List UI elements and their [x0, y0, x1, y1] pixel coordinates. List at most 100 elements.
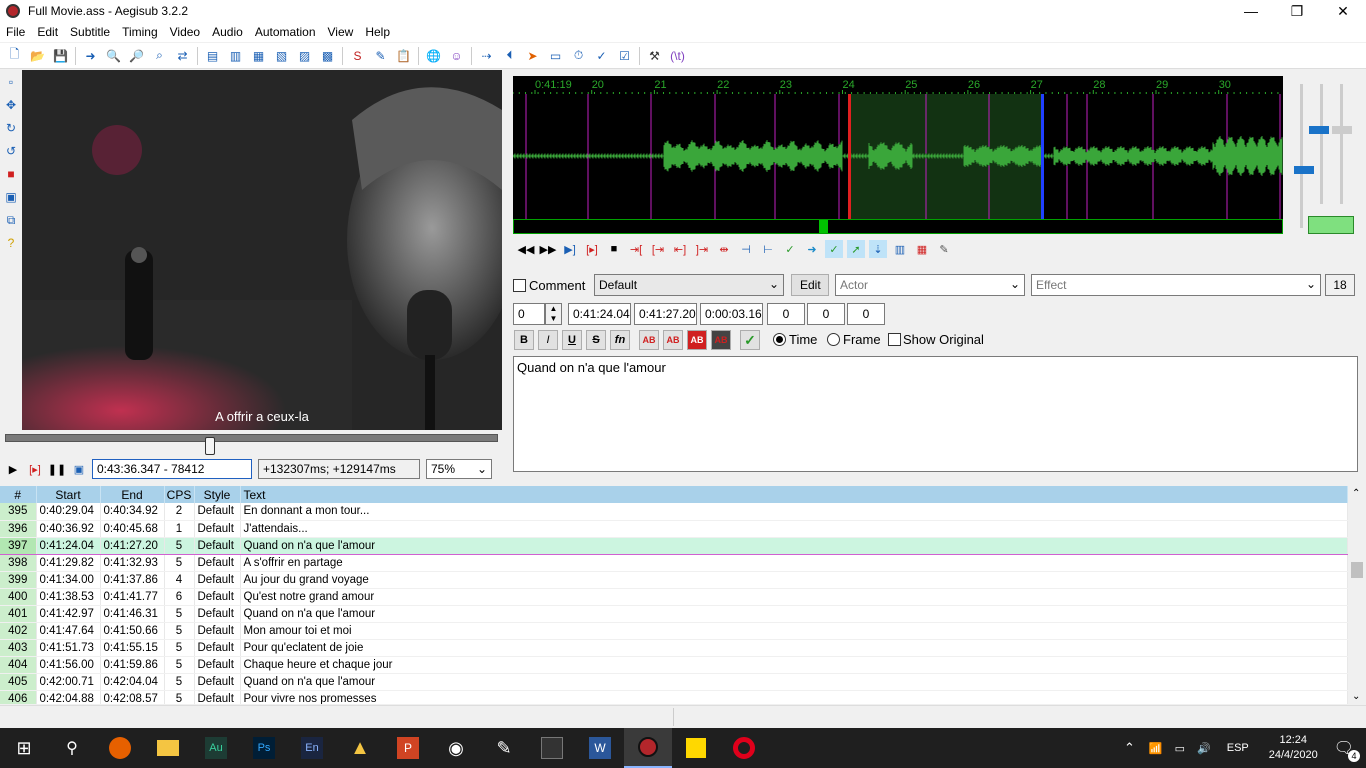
- maximize-button[interactable]: ❐: [1274, 0, 1320, 22]
- lead-out-icon[interactable]: ⊢: [759, 240, 777, 258]
- col-header-end[interactable]: End: [100, 486, 165, 503]
- table-row[interactable]: 402 0:41:47.64 0:41:50.66 5 Default Mon amour…: [0, 622, 1348, 640]
- options-icon[interactable]: ⚒: [645, 46, 665, 66]
- play-before-icon[interactable]: ⇥[: [627, 240, 645, 258]
- scale-tool-icon[interactable]: ■: [1, 164, 21, 184]
- col-header-number[interactable]: #: [0, 486, 37, 503]
- spectrum-icon[interactable]: ▥: [891, 240, 909, 258]
- col-header-cps[interactable]: CPS: [164, 486, 195, 503]
- battery-icon[interactable]: ▭: [1175, 742, 1185, 755]
- table-row[interactable]: 396 0:40:36.92 0:40:45.68 1 Default J'attenda…: [0, 520, 1348, 538]
- timing-post-icon[interactable]: ⏴: [500, 46, 520, 66]
- lead-in-icon[interactable]: ⊣: [737, 240, 755, 258]
- play-current-line-icon[interactable]: [▸]: [583, 240, 601, 258]
- spell-check-icon[interactable]: ✓: [592, 46, 612, 66]
- open-folder-icon[interactable]: 📂: [28, 46, 48, 66]
- find-icon[interactable]: ⌕: [150, 46, 170, 66]
- table-row[interactable]: 403 0:41:51.73 0:41:55.15 5 Default Pour qu'e…: [0, 639, 1348, 657]
- clock[interactable]: 12:24 24/4/2020: [1269, 733, 1318, 763]
- aegisub-taskbar-icon[interactable]: [624, 728, 672, 768]
- italic-button[interactable]: I: [538, 330, 558, 350]
- file-explorer-icon[interactable]: [144, 728, 192, 768]
- close-button[interactable]: ✕: [1320, 0, 1366, 22]
- end-time-field[interactable]: 0:41:27.20: [634, 303, 697, 325]
- camera-app-icon[interactable]: ◉: [432, 728, 480, 768]
- warning-app-icon[interactable]: ▲: [336, 728, 384, 768]
- notifications-icon[interactable]: 🗨 4: [1334, 738, 1360, 762]
- powerpoint-icon[interactable]: P: [384, 728, 432, 768]
- minimize-button[interactable]: —: [1228, 0, 1274, 22]
- paste-icon[interactable]: 📋: [394, 46, 414, 66]
- film-icon[interactable]: ▦: [249, 46, 269, 66]
- actor-field[interactable]: Actor ⌄: [835, 274, 1025, 296]
- menu-subtitle[interactable]: Subtitle: [64, 25, 116, 39]
- audio-scroll-thumb[interactable]: [819, 220, 828, 233]
- video-display[interactable]: A offrir a ceux-la: [22, 70, 502, 430]
- standard-tool-icon[interactable]: ▫: [1, 72, 21, 92]
- karaoke-icon[interactable]: ▦: [913, 240, 931, 258]
- fonts-collector-icon[interactable]: ▥: [226, 46, 246, 66]
- play-line-icon[interactable]: [▸]: [26, 460, 44, 478]
- margin-left-field[interactable]: 0: [767, 303, 805, 325]
- photoshop-icon[interactable]: Ps: [240, 728, 288, 768]
- drag-tool-icon[interactable]: ✥: [1, 95, 21, 115]
- menu-edit[interactable]: Edit: [31, 25, 64, 39]
- firefox-icon[interactable]: [96, 728, 144, 768]
- edit-style-button[interactable]: Edit: [791, 274, 829, 296]
- video-position-field[interactable]: 0:43:36.347 - 78412: [92, 459, 252, 479]
- strikeout-button[interactable]: S: [586, 330, 606, 350]
- play-start-icon[interactable]: [⇥: [649, 240, 667, 258]
- gauge-app-icon[interactable]: [528, 728, 576, 768]
- vector-clip-icon[interactable]: ⧉: [1, 210, 21, 230]
- table-row[interactable]: 399 0:41:34.00 0:41:37.86 4 Default Au jour d…: [0, 571, 1348, 589]
- word-icon[interactable]: W: [576, 728, 624, 768]
- properties-icon[interactable]: ✎: [371, 46, 391, 66]
- table-row[interactable]: 404 0:41:56.00 0:41:59.86 5 Default Chaque he…: [0, 656, 1348, 674]
- opera-icon[interactable]: [720, 728, 768, 768]
- col-header-style[interactable]: Style: [194, 486, 241, 503]
- translation-icon[interactable]: 🌐: [424, 46, 444, 66]
- select-lines-icon[interactable]: ▭: [546, 46, 566, 66]
- primary-color-button[interactable]: AB: [639, 330, 659, 350]
- table-row[interactable]: 401 0:41:42.97 0:41:46.31 5 Default Quand on …: [0, 605, 1348, 623]
- jump-to-icon[interactable]: ➜: [81, 46, 101, 66]
- clip-tool-icon[interactable]: ▣: [1, 187, 21, 207]
- table-row[interactable]: 395 0:40:29.04 0:40:34.92 2 Default En donnan…: [0, 503, 1348, 521]
- search-icon[interactable]: ⚲: [48, 728, 96, 768]
- table-row[interactable]: 406 0:42:04.88 0:42:08.57 5 Default Pour vivr…: [0, 690, 1348, 704]
- goto-next-icon[interactable]: ➜: [803, 240, 821, 258]
- vertical-zoom-thumb[interactable]: [1332, 126, 1352, 134]
- table-row[interactable]: 398 0:41:29.82 0:41:32.93 5 Default A s'offri…: [0, 554, 1348, 572]
- volume-icon[interactable]: 🔊: [1197, 742, 1211, 755]
- kanji-timer-icon[interactable]: ☺: [447, 46, 467, 66]
- underline-button[interactable]: U: [562, 330, 582, 350]
- help-icon[interactable]: ?: [1, 233, 21, 253]
- resample-icon[interactable]: ⇢: [477, 46, 497, 66]
- col-header-text[interactable]: Text: [240, 486, 1348, 503]
- new-file-icon[interactable]: 🗋: [5, 46, 25, 66]
- secondary-color-button[interactable]: AB: [663, 330, 683, 350]
- menu-help[interactable]: Help: [359, 25, 396, 39]
- table-row[interactable]: 405 0:42:00.71 0:42:04.04 5 Default Quand on …: [0, 673, 1348, 691]
- menu-audio[interactable]: Audio: [206, 25, 249, 39]
- audio-waveform[interactable]: 0:41:19 20 21 22 23 24 25 26 27 28 29 30: [513, 76, 1283, 220]
- zoom-select[interactable]: 75% ⌄: [426, 459, 492, 479]
- windows-start-icon[interactable]: ⊞: [0, 728, 48, 768]
- attachments-icon[interactable]: ▤: [203, 46, 223, 66]
- link-sliders-icon[interactable]: [1308, 216, 1354, 234]
- styles-manager-icon[interactable]: S: [348, 46, 368, 66]
- layer-field[interactable]: 0: [513, 303, 545, 325]
- scroll-thumb[interactable]: [1351, 562, 1363, 578]
- auto-next-icon[interactable]: ➚: [847, 240, 865, 258]
- table-row-selected[interactable]: 397 0:41:24.04 0:41:27.20 5 Default Quand on …: [0, 536, 1348, 555]
- comment-checkbox[interactable]: [513, 279, 526, 292]
- start-time-field[interactable]: 0:41:24.04: [568, 303, 631, 325]
- frame-radio[interactable]: [827, 333, 840, 346]
- menu-timing[interactable]: Timing: [116, 25, 164, 39]
- replace-icon[interactable]: ⇄: [173, 46, 193, 66]
- language-indicator[interactable]: ESP: [1227, 742, 1249, 754]
- auto-commit-icon[interactable]: ✓: [825, 240, 843, 258]
- prev-line-icon[interactable]: ◀◀: [517, 240, 535, 258]
- margin-vertical-field[interactable]: 0: [847, 303, 885, 325]
- volume-slider-thumb[interactable]: [1309, 126, 1329, 134]
